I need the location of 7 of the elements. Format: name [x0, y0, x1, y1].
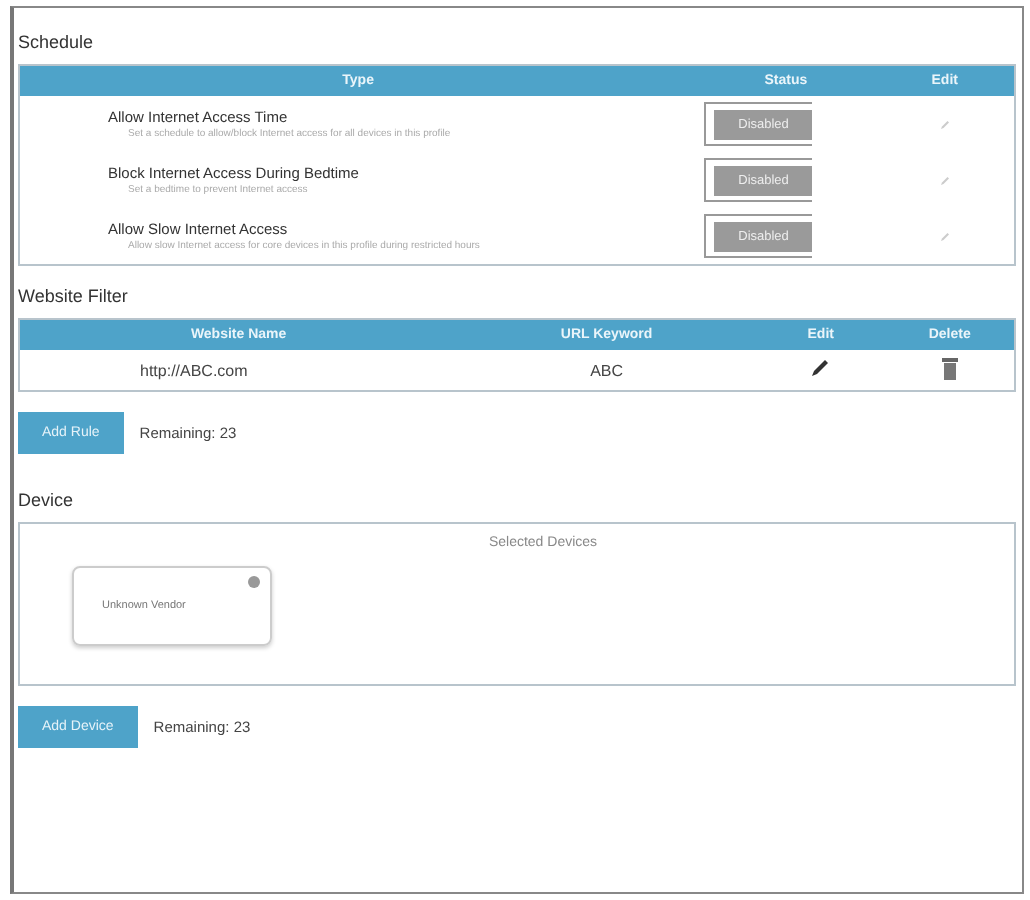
section-title: Schedule — [18, 32, 96, 52]
section-title: Website Filter — [18, 286, 130, 306]
website-name: http://ABC.com — [140, 361, 248, 379]
trash-icon[interactable] — [941, 357, 958, 379]
url-keyword: ABC — [590, 361, 624, 379]
pencil-icon[interactable] — [810, 358, 831, 378]
section-title: Device — [18, 490, 76, 510]
